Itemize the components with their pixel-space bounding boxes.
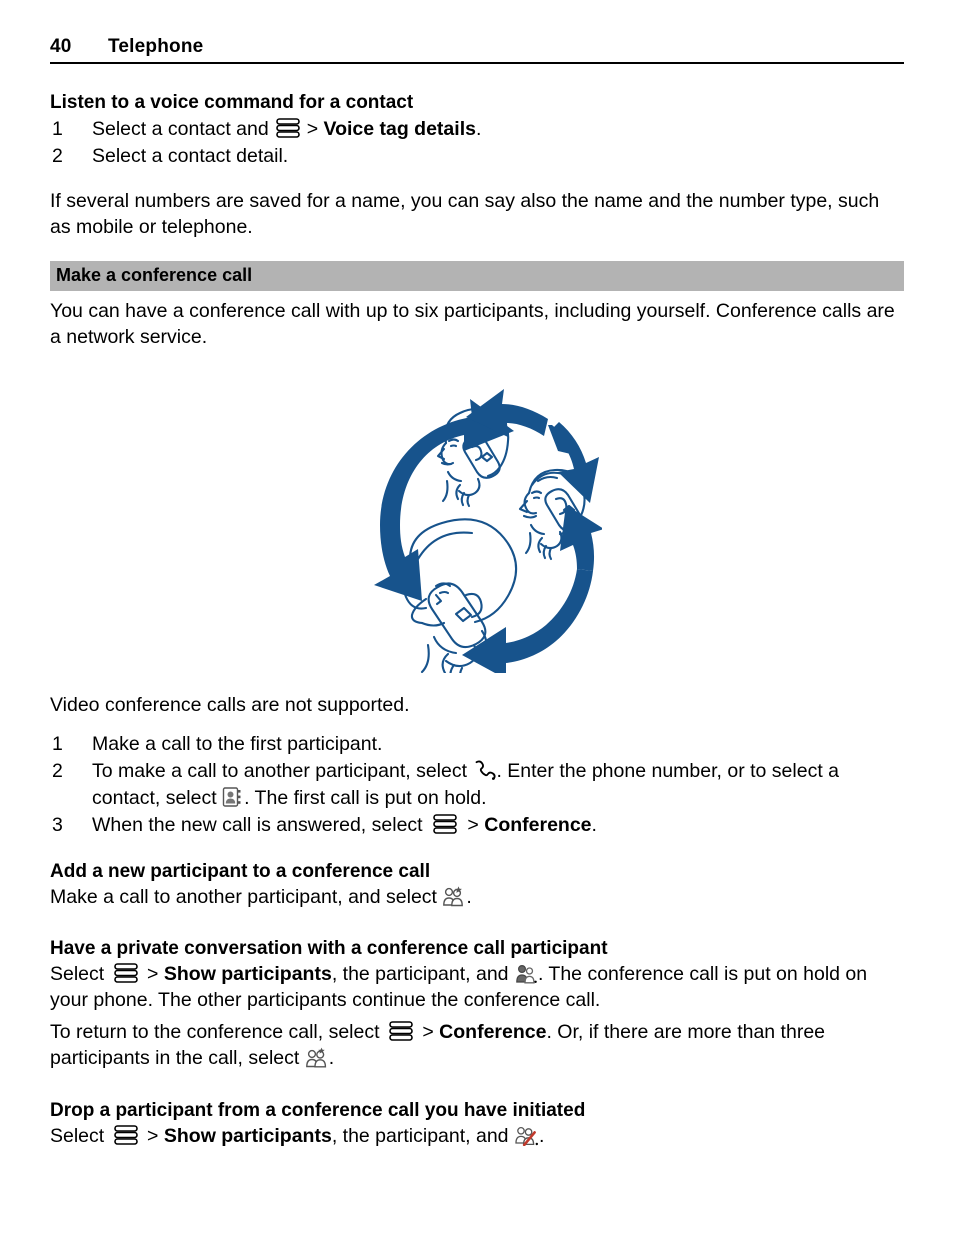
conference-intro-paragraph: You can have a conference call with up t… bbox=[50, 300, 895, 348]
paragraph-text: Select bbox=[50, 963, 110, 985]
conference-group-icon[interactable] bbox=[305, 1046, 329, 1068]
paragraph-text: . bbox=[538, 1124, 545, 1147]
drop-participant-icon[interactable] bbox=[514, 1124, 539, 1146]
page-header: 40 Telephone bbox=[50, 0, 904, 64]
menu-separator: > bbox=[416, 1021, 440, 1044]
step-number: 2 bbox=[52, 760, 63, 783]
section-bar-conference: Make a conference call bbox=[50, 260, 904, 292]
contacts-card-icon[interactable] bbox=[222, 786, 244, 808]
step-separator: > bbox=[462, 814, 485, 837]
phone-handset-icon[interactable] bbox=[472, 759, 496, 781]
conference-call-steps: 1 Make a call to the first participant. 2… bbox=[50, 731, 904, 839]
paragraph-text: , the participant, and bbox=[331, 1124, 514, 1147]
options-menu-icon[interactable] bbox=[113, 962, 139, 984]
list-item: 2 Select a contact detail. bbox=[50, 143, 904, 170]
voice-note-paragraph: If several numbers are saved for a name,… bbox=[50, 190, 880, 239]
paragraph-text: Select bbox=[50, 1124, 110, 1147]
step-number: 2 bbox=[52, 144, 63, 167]
list-item: 3 When the new call is answered, select >… bbox=[50, 812, 904, 839]
section-drop-participant: Drop a participant from a conference cal… bbox=[50, 1098, 904, 1149]
voice-command-steps: 1 Select a contact and > Voice tag details… bbox=[50, 116, 904, 170]
step-separator: > bbox=[306, 117, 319, 140]
step-text: . The first call is put on hold. bbox=[244, 787, 487, 810]
private-conversation-icon[interactable] bbox=[514, 962, 538, 984]
menu-path-label: Conference bbox=[484, 814, 592, 837]
section-heading-voice: Listen to a voice command for a contact bbox=[50, 92, 414, 113]
section-private-conversation: Have a private conversation with a confe… bbox=[50, 936, 904, 1072]
menu-path-label: Show participants bbox=[163, 963, 332, 985]
paragraph-text: . bbox=[328, 1047, 335, 1070]
paragraph-text: . bbox=[466, 885, 472, 908]
section-heading-add-participant: Add a new participant to a conference ca… bbox=[50, 860, 431, 882]
menu-path-label: Conference bbox=[439, 1021, 547, 1044]
drop-participant-paragraph: Select > Show participants, the particip… bbox=[50, 1124, 904, 1150]
options-menu-icon[interactable] bbox=[113, 1124, 139, 1146]
step-text: Select a contact and bbox=[92, 117, 269, 140]
options-menu-icon[interactable] bbox=[432, 813, 458, 835]
step-number: 1 bbox=[52, 117, 63, 140]
section-listen-voice-command: Listen to a voice command for a contact … bbox=[50, 90, 904, 241]
step-text: Make a call to the first participant. bbox=[92, 733, 383, 756]
list-item: 1 Make a call to the first participant. bbox=[50, 731, 904, 758]
step-text: . bbox=[591, 814, 597, 837]
section-heading-private-conversation: Have a private conversation with a confe… bbox=[50, 938, 608, 960]
section-heading-drop-participant: Drop a participant from a conference cal… bbox=[50, 1099, 586, 1121]
section-make-conference-call: Make a conference call You can have a co… bbox=[50, 260, 904, 839]
section-add-participant: Add a new participant to a conference ca… bbox=[50, 859, 904, 910]
menu-path-label: Voice tag details bbox=[323, 117, 476, 140]
add-participant-icon[interactable] bbox=[442, 885, 466, 907]
paragraph-text: Make a call to another participant, and … bbox=[50, 885, 443, 908]
step-text-after: . bbox=[475, 117, 482, 140]
list-item: 2 To make a call to another participant, … bbox=[50, 758, 904, 812]
page-number: 40 bbox=[50, 36, 72, 57]
page-title: Telephone bbox=[108, 36, 204, 57]
options-menu-icon[interactable] bbox=[275, 117, 301, 139]
private-conversation-paragraph-2: To return to the conference call, select… bbox=[50, 1020, 904, 1071]
private-conversation-paragraph-1: Select > Show participants, the particip… bbox=[50, 962, 904, 1013]
manual-page: 40 Telephone Listen to a voice command f… bbox=[0, 0, 954, 1258]
paragraph-text: , the participant, and bbox=[331, 963, 514, 985]
add-participant-paragraph: Make a call to another participant, and … bbox=[50, 885, 904, 911]
three-people-conference-call-illustration bbox=[50, 373, 904, 673]
step-number: 3 bbox=[52, 814, 63, 837]
step-text: When the new call is answered, select bbox=[92, 814, 428, 837]
options-menu-icon[interactable] bbox=[388, 1020, 414, 1042]
step-text: To make a call to another participant, s… bbox=[92, 760, 473, 783]
step-number: 1 bbox=[52, 733, 63, 756]
list-item: 1 Select a contact and > Voice tag details… bbox=[50, 116, 904, 143]
paragraph-text: To return to the conference call, select bbox=[50, 1021, 385, 1044]
step-text: Select a contact detail. bbox=[92, 144, 289, 167]
video-conference-note: Video conference calls are not supported… bbox=[50, 693, 410, 716]
menu-path-label: Show participants bbox=[163, 1124, 332, 1147]
menu-separator: > bbox=[141, 963, 164, 985]
menu-separator: > bbox=[141, 1124, 164, 1147]
